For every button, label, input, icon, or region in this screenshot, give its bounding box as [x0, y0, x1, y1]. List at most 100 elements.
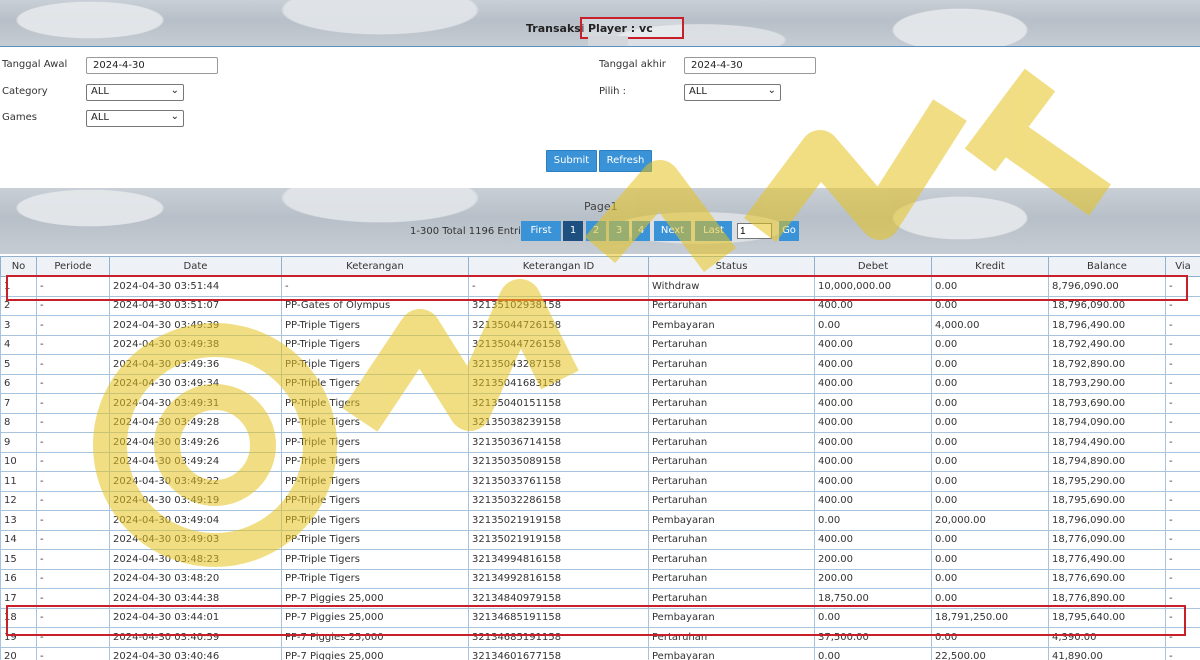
table-row[interactable]: 10-2024-04-30 03:49:24 PP-Triple Tigers 32…	[0, 451, 1200, 472]
col-no[interactable]: No	[0, 256, 37, 277]
col-keterangan[interactable]: Keterangan	[281, 256, 469, 277]
cell-status: Pertaruhan	[648, 393, 815, 414]
pilih-select[interactable]: ALL ⌄	[684, 84, 781, 101]
cell-keterangan: -	[281, 276, 469, 297]
submit-button[interactable]: Submit	[546, 150, 597, 172]
cell-keterangan-id: 32134601677158	[468, 646, 649, 660]
cell-no: 13	[0, 510, 37, 531]
cell-no: 10	[0, 451, 37, 472]
games-select[interactable]: ALL ⌄	[86, 110, 184, 127]
col-via[interactable]: Via	[1165, 256, 1200, 277]
page-number-input[interactable]	[737, 223, 772, 239]
col-balance[interactable]: Balance	[1048, 256, 1166, 277]
end-date-label: Tanggal akhir	[599, 59, 666, 70]
cell-balance: 18,793,290.00	[1048, 373, 1166, 394]
cell-kredit: 0.00	[931, 412, 1049, 433]
col-debet[interactable]: Debet	[814, 256, 932, 277]
refresh-button[interactable]: Refresh	[599, 150, 652, 172]
cell-via: -	[1165, 295, 1200, 316]
table-header-row: No Periode Date Keterangan Keterangan ID…	[0, 256, 1200, 277]
cell-status: Pertaruhan	[648, 412, 815, 433]
cell-periode: -	[36, 568, 110, 589]
cell-via: -	[1165, 315, 1200, 336]
cell-via: -	[1165, 334, 1200, 355]
chevron-down-icon: ⌄	[170, 111, 179, 122]
page-title: Transaksi	[526, 22, 585, 35]
end-date-input[interactable]	[684, 57, 816, 74]
cell-debet: 400.00	[814, 393, 932, 414]
table-row[interactable]: 7-2024-04-30 03:49:31 PP-Triple Tigers 321…	[0, 393, 1200, 414]
col-kredit[interactable]: Kredit	[931, 256, 1049, 277]
cell-no: 8	[0, 412, 37, 433]
cell-date: 2024-04-30 03:44:01	[109, 607, 282, 628]
cell-keterangan-id: 32135043287158	[468, 354, 649, 375]
cell-balance: 18,792,490.00	[1048, 334, 1166, 355]
category-select[interactable]: ALL ⌄	[86, 84, 184, 101]
cell-keterangan: PP-Triple Tigers	[281, 373, 469, 394]
table-row[interactable]: 14-2024-04-30 03:49:03 PP-Triple Tigers 32…	[0, 529, 1200, 550]
table-row[interactable]: 1-2024-04-30 03:51:44- - Withdraw 10,000,00…	[0, 276, 1200, 297]
pagination-page-4[interactable]: 4	[632, 221, 650, 241]
cell-no: 4	[0, 334, 37, 355]
cell-via: -	[1165, 607, 1200, 628]
cell-keterangan: PP-Triple Tigers	[281, 315, 469, 336]
cell-kredit: 0.00	[931, 490, 1049, 511]
table-row[interactable]: 11-2024-04-30 03:49:22 PP-Triple Tigers 32…	[0, 471, 1200, 492]
cell-keterangan-id: 32135035089158	[468, 451, 649, 472]
cell-debet: 10,000,000.00	[814, 276, 932, 297]
cell-balance: 18,796,090.00	[1048, 510, 1166, 531]
table-row[interactable]: 17-2024-04-30 03:44:38 PP-7 Piggies 25,00…	[0, 588, 1200, 609]
cell-via: -	[1165, 549, 1200, 570]
pagination-page-3[interactable]: 3	[609, 221, 629, 241]
pagination-first-button[interactable]: First	[521, 221, 561, 241]
col-periode[interactable]: Periode	[36, 256, 110, 277]
cell-via: -	[1165, 646, 1200, 660]
category-label: Category	[2, 86, 48, 97]
pagination-last-button[interactable]: Last	[695, 221, 732, 241]
table-row[interactable]: 8-2024-04-30 03:49:28 PP-Triple Tigers 321…	[0, 412, 1200, 433]
cell-date: 2024-04-30 03:49:38	[109, 334, 282, 355]
cell-debet: 400.00	[814, 354, 932, 375]
cell-no: 12	[0, 490, 37, 511]
start-date-input[interactable]	[86, 57, 218, 74]
cell-status: Pertaruhan	[648, 432, 815, 453]
cell-status: Pembayaran	[648, 510, 815, 531]
col-status[interactable]: Status	[648, 256, 815, 277]
pagination-next-button[interactable]: Next	[654, 221, 691, 241]
cell-debet: 400.00	[814, 412, 932, 433]
cell-keterangan: PP-Triple Tigers	[281, 510, 469, 531]
table-row[interactable]: 15-2024-04-30 03:48:23 PP-Triple Tigers 32…	[0, 549, 1200, 570]
table-row[interactable]: 2-2024-04-30 03:51:07 PP-Gates of Olympus…	[0, 295, 1200, 316]
cell-periode: -	[36, 276, 110, 297]
table-row[interactable]: 16-2024-04-30 03:48:20 PP-Triple Tigers 32…	[0, 568, 1200, 589]
transactions-table: No Periode Date Keterangan Keterangan ID…	[0, 256, 1200, 660]
table-row[interactable]: 4-2024-04-30 03:49:38 PP-Triple Tigers 321…	[0, 334, 1200, 355]
cell-keterangan-id: 32135036714158	[468, 432, 649, 453]
cell-keterangan-id: 32135032286158	[468, 490, 649, 511]
cell-keterangan: PP-Triple Tigers	[281, 529, 469, 550]
table-row[interactable]: 3-2024-04-30 03:49:39 PP-Triple Tigers 321…	[0, 315, 1200, 336]
cell-keterangan: PP-7 Piggies 25,000	[281, 627, 469, 648]
cell-keterangan-id: 32135040151158	[468, 393, 649, 414]
col-date[interactable]: Date	[109, 256, 282, 277]
pagination-page-2[interactable]: 2	[586, 221, 606, 241]
cell-no: 15	[0, 549, 37, 570]
cell-balance: 18,796,490.00	[1048, 315, 1166, 336]
table-row[interactable]: 13-2024-04-30 03:49:04 PP-Triple Tigers 32…	[0, 510, 1200, 531]
pagination-page-1[interactable]: 1	[563, 221, 583, 241]
table-row[interactable]: 20-2024-04-30 03:40:46 PP-7 Piggies 25,00…	[0, 646, 1200, 660]
cell-periode: -	[36, 334, 110, 355]
table-row[interactable]: 6-2024-04-30 03:49:34 PP-Triple Tigers 321…	[0, 373, 1200, 394]
cell-status: Pembayaran	[648, 646, 815, 660]
table-row[interactable]: 19-2024-04-30 03:40:59 PP-7 Piggies 25,00…	[0, 627, 1200, 648]
cell-date: 2024-04-30 03:40:59	[109, 627, 282, 648]
cell-balance: 18,795,690.00	[1048, 490, 1166, 511]
pagination-go-button[interactable]: Go	[779, 221, 799, 241]
cell-debet: 0.00	[814, 607, 932, 628]
table-row[interactable]: 5-2024-04-30 03:49:36 PP-Triple Tigers 321…	[0, 354, 1200, 375]
cell-kredit: 0.00	[931, 295, 1049, 316]
table-row[interactable]: 18-2024-04-30 03:44:01 PP-7 Piggies 25,00…	[0, 607, 1200, 628]
table-row[interactable]: 9-2024-04-30 03:49:26 PP-Triple Tigers 321…	[0, 432, 1200, 453]
table-row[interactable]: 12-2024-04-30 03:49:19 PP-Triple Tigers 32…	[0, 490, 1200, 511]
col-keterangan-id[interactable]: Keterangan ID	[468, 256, 649, 277]
